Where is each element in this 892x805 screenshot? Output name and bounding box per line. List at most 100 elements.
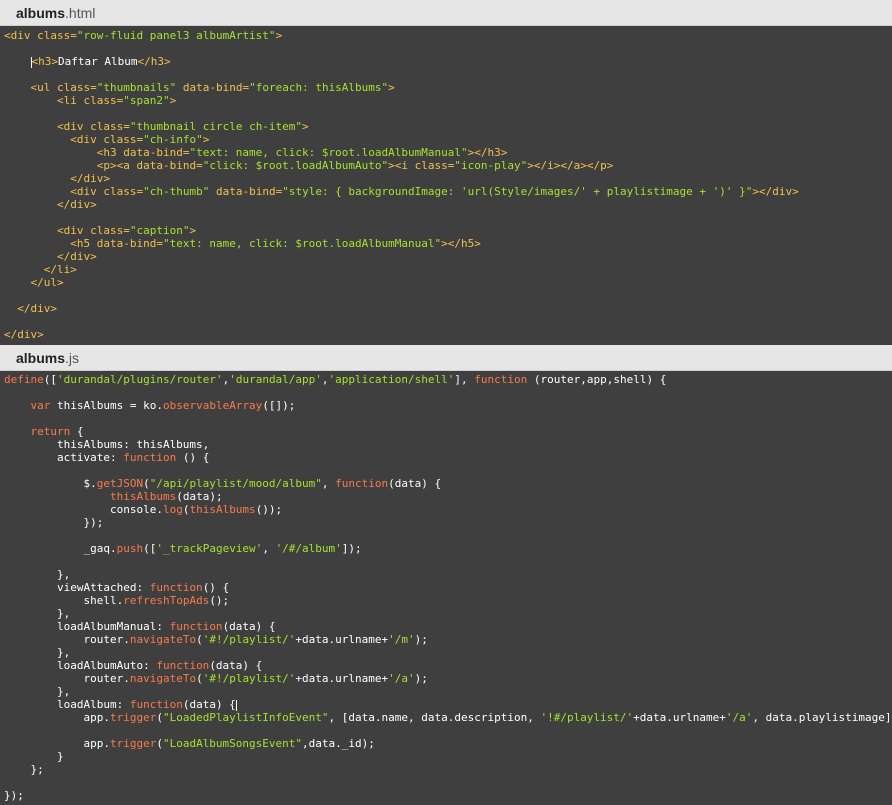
code-token: (router,app,shell) { [527, 373, 667, 386]
code-token: (); [209, 594, 230, 607]
code-line: _gaq.push(['_trackPageview', '/#/album']… [0, 542, 892, 555]
code-token: thisAlbums [189, 503, 256, 516]
code-token: observableArray [162, 399, 263, 412]
code-token: class= [90, 120, 130, 133]
code-line: }, [0, 685, 892, 698]
code-token: data-bind= [176, 81, 250, 94]
code-token: class= [103, 133, 144, 146]
code-token: <div [70, 133, 104, 146]
code-line: }); [0, 516, 892, 529]
code-token: (data) { [222, 620, 276, 633]
code-token: 'durandal/plugins/router' [57, 373, 223, 386]
code-token: </li> [43, 263, 77, 276]
code-line: var thisAlbums = ko.observableArray([]); [0, 399, 892, 412]
code-token: <div [56, 120, 91, 133]
tab-albums-js[interactable]: albums .js [0, 345, 892, 371]
code-line: <li class="span2"> [0, 94, 892, 107]
code-token: (data) { [209, 659, 263, 672]
code-token: <div [70, 185, 104, 198]
code-token: navigateTo [129, 672, 197, 685]
code-token: '#!/playlist/' [202, 672, 296, 685]
code-line: thisAlbums: thisAlbums, [0, 438, 892, 451]
code-token: , [data.name, data.description, [328, 711, 541, 724]
code-token: , [262, 542, 276, 555]
code-token: '/a' [388, 672, 415, 685]
code-token: > [388, 81, 395, 94]
code-token: trigger [109, 737, 157, 750]
code-token: </div> [70, 172, 110, 185]
code-token: "/api/playlist/mood/album" [149, 477, 322, 490]
code-token: }, [4, 685, 71, 698]
code-token: </div> [56, 198, 97, 211]
code-token: ( [196, 633, 203, 646]
code-token: ,data._id); [302, 737, 375, 750]
js-code-editor[interactable]: define(['durandal/plugins/router','duran… [0, 371, 892, 805]
code-token: activate: [4, 451, 124, 464]
code-token: </h3> [137, 55, 171, 68]
code-token: </div> [17, 302, 57, 315]
code-token: app. [4, 711, 110, 724]
code-token: { [70, 425, 84, 438]
html-code-editor[interactable]: <div class="row-fluid panel3 albumArtist… [0, 26, 892, 345]
code-token: (data) { [388, 477, 442, 490]
code-token: <li [56, 94, 84, 107]
code-token: <div [56, 224, 91, 237]
code-token: ></h5> [441, 237, 481, 250]
code-token: ( [156, 711, 163, 724]
code-line: } [0, 750, 892, 763]
code-line: </div> [0, 172, 892, 185]
code-line: <h3 data-bind="text: name, click: $root.… [0, 146, 892, 159]
code-token: data-bind= [209, 185, 283, 198]
code-token: ( [196, 672, 203, 685]
code-line: <div class="caption"> [0, 224, 892, 237]
code-line: }, [0, 568, 892, 581]
code-token: '#!/playlist/' [202, 633, 296, 646]
code-token: > [302, 120, 309, 133]
code-line: loadAlbumManual: function(data) { [0, 620, 892, 633]
code-line: return { [0, 425, 892, 438]
code-token: <p><a [96, 159, 137, 172]
code-token: data-bind= [136, 159, 203, 172]
code-token: (data); [176, 490, 223, 503]
code-token: thisAlbums: thisAlbums, [4, 438, 210, 451]
code-token: var [30, 399, 51, 412]
code-token: }); [4, 789, 24, 802]
code-token: > [275, 29, 283, 42]
code-line: app.trigger("LoadedPlaylistInfoEvent", [… [0, 711, 892, 724]
code-token: > [169, 94, 177, 107]
code-token: "click: $root.loadAlbumAuto" [202, 159, 389, 172]
code-token: data-bind= [96, 237, 163, 250]
code-token: () { [202, 581, 230, 594]
code-token: +data.urlname+ [295, 633, 389, 646]
code-token: '!#/playlist/' [540, 711, 634, 724]
code-token: function [169, 620, 223, 633]
code-token: > [202, 133, 210, 146]
code-line: </div> [0, 328, 892, 341]
code-token: console. [4, 503, 163, 516]
tab-albums-html[interactable]: albums .html [0, 0, 892, 26]
code-token: () { [176, 451, 210, 464]
text-cursor [235, 699, 237, 711]
code-token: <h5 [70, 237, 97, 250]
code-token: thisAlbums [109, 490, 177, 503]
code-token: class= [103, 185, 144, 198]
code-token: ></div> [752, 185, 799, 198]
code-token: router. [4, 633, 130, 646]
code-token: }); [4, 516, 104, 529]
code-token: _gaq. [4, 542, 117, 555]
code-token: data-bind= [123, 146, 190, 159]
code-token: <ul [30, 81, 57, 94]
code-token: <div [4, 29, 38, 42]
code-line: activate: function () { [0, 451, 892, 464]
code-token: function [335, 477, 389, 490]
code-line: router.navigateTo('#!/playlist/'+data.ur… [0, 672, 892, 685]
